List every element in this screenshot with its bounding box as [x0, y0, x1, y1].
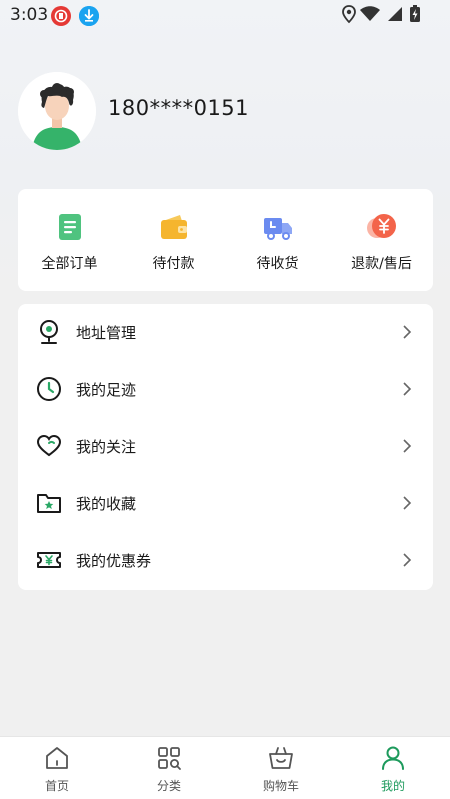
tab-home[interactable]: 首页	[1, 737, 113, 799]
user-phone[interactable]: 180****0151	[108, 96, 249, 120]
menu-item-footprint-label: 我的足迹	[76, 381, 137, 399]
profile-header[interactable]: 180****0151	[18, 72, 432, 152]
download-icon	[79, 6, 99, 26]
location-pin-icon	[40, 320, 58, 344]
order-all[interactable]: 全部订单	[18, 189, 121, 291]
chevron-right-icon	[403, 553, 412, 567]
menu-item-favorites-label: 我的收藏	[76, 495, 137, 513]
menu-item-footprint[interactable]: 我的足迹	[18, 361, 433, 418]
chevron-right-icon	[403, 496, 412, 510]
order-all-label: 全部订单	[41, 256, 98, 272]
yuan-refund-icon	[367, 214, 396, 238]
battery-icon	[410, 5, 420, 22]
menu-item-address-label: 地址管理	[76, 324, 137, 342]
menu-item-favorites[interactable]: 我的收藏	[18, 475, 433, 532]
order-pending-receipt-label: 待收货	[256, 256, 299, 272]
truck-icon	[264, 218, 292, 240]
chevron-right-icon	[403, 439, 412, 453]
list-icon	[59, 214, 81, 240]
tab-mine[interactable]: 我的	[337, 737, 449, 799]
order-refund-label: 退款/售后	[351, 256, 412, 272]
home-icon	[46, 747, 68, 769]
signal-icon	[388, 7, 402, 21]
menu-item-follow[interactable]: 我的关注	[18, 418, 433, 475]
bottom-tab-bar: 首页 分类 购物车 我的	[0, 736, 450, 799]
tab-cart-label: 购物车	[262, 779, 299, 793]
wallet-icon	[161, 215, 187, 239]
orders-card: 全部订单 待付款 待收货 退款/售后	[18, 189, 433, 291]
folder-star-icon	[37, 494, 61, 513]
tab-cart[interactable]: 购物车	[225, 737, 337, 799]
order-refund[interactable]: 退款/售后	[330, 189, 433, 291]
tab-home-label: 首页	[44, 779, 69, 793]
avatar[interactable]	[18, 72, 96, 150]
menu-item-address[interactable]: 地址管理	[18, 304, 433, 361]
status-bar: 3:03	[0, 0, 450, 32]
status-time: 3:03	[10, 5, 49, 25]
clock-icon	[37, 377, 61, 401]
location-icon	[342, 5, 356, 24]
notification-app-icon	[51, 6, 71, 26]
order-pending-payment[interactable]: 待付款	[122, 189, 225, 291]
chevron-right-icon	[403, 382, 412, 396]
person-icon	[382, 746, 404, 770]
heart-icon	[36, 434, 62, 457]
menu-item-follow-label: 我的关注	[76, 438, 137, 456]
menu-card: 地址管理 我的足迹 我的关注 我的收藏 我的优惠券	[18, 304, 433, 590]
menu-item-coupons-label: 我的优惠券	[76, 552, 152, 570]
basket-icon	[269, 747, 293, 769]
order-pending-payment-label: 待付款	[152, 256, 195, 272]
tab-category[interactable]: 分类	[113, 737, 225, 799]
chevron-right-icon	[403, 325, 412, 339]
coupon-icon	[37, 552, 61, 568]
category-icon	[158, 747, 181, 770]
tab-mine-label: 我的	[380, 779, 405, 793]
menu-item-coupons[interactable]: 我的优惠券	[18, 532, 433, 589]
tab-category-label: 分类	[156, 779, 181, 793]
wifi-icon	[360, 6, 380, 21]
order-pending-receipt[interactable]: 待收货	[226, 189, 329, 291]
